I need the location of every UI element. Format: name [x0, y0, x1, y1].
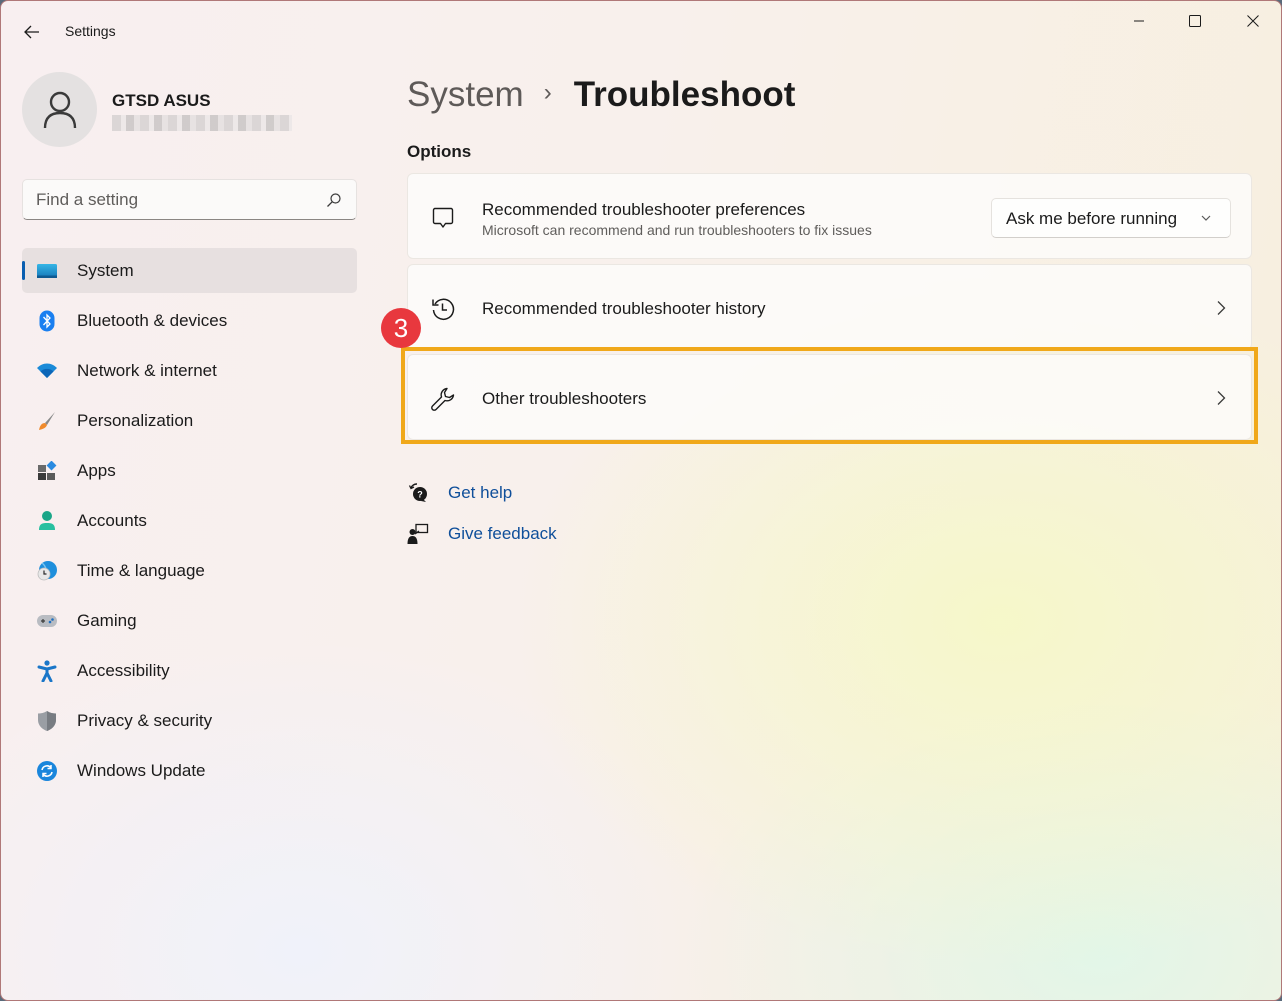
user-name: GTSD ASUS — [112, 91, 211, 110]
sidebar-item-accessibility[interactable]: Accessibility — [22, 648, 357, 693]
card-title: Recommended troubleshooter preferences — [482, 200, 806, 219]
card-subtitle: Microsoft can recommend and run troubles… — [482, 222, 872, 238]
search-icon — [327, 193, 341, 207]
update-icon — [36, 760, 58, 782]
sidebar-item-privacy-security[interactable]: Privacy & security — [22, 698, 357, 743]
user-email-redacted — [112, 115, 292, 131]
sidebar-item-personalization[interactable]: Personalization — [22, 398, 357, 443]
history-icon — [430, 296, 456, 322]
give-feedback-label: Give feedback — [448, 524, 557, 543]
dropdown-selected-value: Ask me before running — [1006, 209, 1178, 228]
chevron-right-icon — [1213, 388, 1229, 408]
sidebar-item-label: Gaming — [77, 611, 137, 630]
page-title: Troubleshoot — [573, 75, 796, 114]
section-title-options: Options — [407, 142, 472, 161]
sidebar-item-system[interactable]: System — [22, 248, 357, 293]
sidebar-item-label: Accounts — [77, 511, 147, 530]
sidebar-item-label: Personalization — [77, 411, 194, 430]
globe-clock-icon — [36, 560, 58, 582]
sidebar-item-label: Windows Update — [77, 761, 206, 780]
paintbrush-icon — [36, 410, 58, 432]
sidebar-item-label: System — [77, 261, 134, 280]
sidebar-item-gaming[interactable]: Gaming — [22, 598, 357, 643]
sidebar-item-network[interactable]: Network & internet — [22, 348, 357, 393]
person-icon — [43, 91, 76, 128]
gamepad-icon — [36, 610, 58, 632]
sidebar-nav: System Bluetooth & devices Network & int… — [22, 248, 357, 798]
maximize-button[interactable] — [1167, 1, 1223, 41]
sidebar-item-bluetooth[interactable]: Bluetooth & devices — [22, 298, 357, 343]
sidebar-item-label: Network & internet — [77, 361, 217, 380]
app-title: Settings — [65, 23, 116, 39]
wifi-icon — [36, 360, 58, 382]
give-feedback-link[interactable]: Give feedback — [407, 523, 557, 545]
wrench-icon — [430, 386, 456, 412]
active-indicator — [22, 261, 25, 280]
breadcrumb: System › Troubleshoot — [407, 75, 795, 115]
chat-bubble-icon — [430, 205, 456, 231]
annotation-step-badge: 3 — [381, 308, 421, 348]
sidebar-item-accounts[interactable]: Accounts — [22, 498, 357, 543]
shield-icon — [36, 710, 58, 732]
troubleshooter-preference-dropdown[interactable]: Ask me before running — [991, 198, 1231, 238]
accessibility-icon — [36, 660, 58, 682]
card-other-troubleshooters[interactable]: Other troubleshooters — [407, 354, 1252, 440]
title-bar: Settings — [1, 1, 1281, 49]
breadcrumb-separator: › — [543, 79, 552, 106]
sidebar-item-apps[interactable]: Apps — [22, 448, 357, 493]
close-button[interactable] — [1225, 1, 1281, 41]
close-icon — [1247, 15, 1259, 27]
bluetooth-icon — [36, 310, 58, 332]
sidebar-item-label: Time & language — [77, 561, 205, 580]
system-display-icon — [36, 260, 58, 282]
sidebar-item-label: Accessibility — [77, 661, 170, 680]
back-button[interactable] — [17, 17, 47, 47]
arrow-left-icon — [24, 25, 39, 39]
help-icon: ? — [407, 482, 429, 504]
sidebar-item-label: Apps — [77, 461, 116, 480]
avatar[interactable] — [22, 72, 97, 147]
sidebar-item-label: Privacy & security — [77, 711, 213, 730]
chevron-down-icon — [1201, 215, 1211, 221]
search-input[interactable] — [36, 180, 316, 219]
card-recommended-preferences: Recommended troubleshooter preferences M… — [407, 173, 1252, 259]
get-help-label: Get help — [448, 483, 513, 502]
settings-window: Settings GTSD ASUS System — [0, 0, 1282, 1001]
maximize-icon — [1189, 15, 1201, 27]
apps-icon — [36, 460, 58, 482]
get-help-link[interactable]: ? Get help — [407, 482, 512, 504]
minimize-button[interactable] — [1111, 1, 1167, 41]
sidebar-item-time-language[interactable]: Time & language — [22, 548, 357, 593]
sidebar-item-windows-update[interactable]: Windows Update — [22, 748, 357, 793]
feedback-icon — [407, 523, 429, 545]
sidebar-item-label: Bluetooth & devices — [77, 311, 228, 330]
card-title: Other troubleshooters — [482, 389, 647, 408]
card-troubleshooter-history[interactable]: Recommended troubleshooter history — [407, 264, 1252, 350]
card-title: Recommended troubleshooter history — [482, 299, 766, 318]
search-box[interactable] — [22, 179, 357, 220]
chevron-right-icon — [1213, 298, 1229, 318]
account-icon — [36, 510, 58, 532]
minimize-icon — [1134, 20, 1144, 22]
breadcrumb-parent-link[interactable]: System — [407, 75, 524, 115]
svg-text:?: ? — [417, 490, 423, 500]
